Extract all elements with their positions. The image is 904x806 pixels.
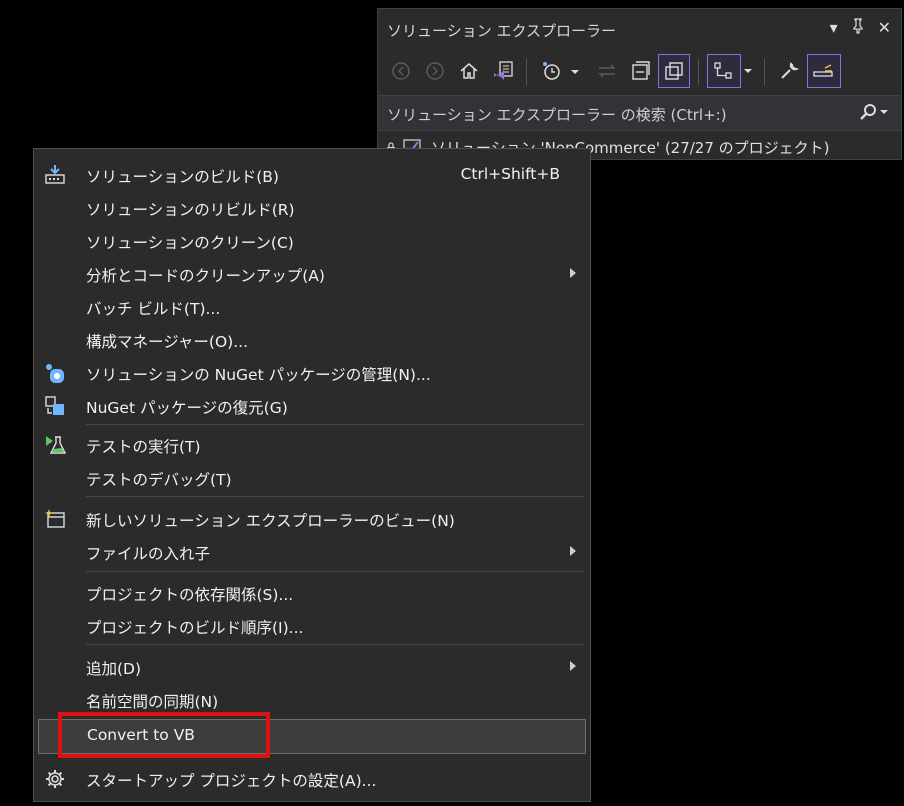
restore-packages-icon [44, 395, 66, 417]
menu-item-label: テストの実行(T) [86, 438, 201, 456]
search-icon[interactable] [859, 103, 889, 125]
menu-item-label: プロジェクトのビルド順序(I)... [86, 619, 304, 637]
new-view-icon [44, 508, 66, 530]
menu-item-label: NuGet パッケージの復元(G) [86, 399, 288, 417]
menu-item-rebuild-solution[interactable]: ソリューションのリビルド(R) [34, 191, 590, 224]
menu-item-label: プロジェクトの依存関係(S)... [86, 586, 294, 604]
pending-changes-filter-icon[interactable] [538, 55, 582, 87]
solution-explorer-panel: ソリューション エクスプローラー ▾ ✕ ソリューション エクスプローラー の検… [377, 8, 902, 160]
nuget-icon [44, 362, 66, 384]
menu-item-restore-nuget[interactable]: NuGet パッケージの復元(G) [34, 389, 590, 422]
preview-icon[interactable] [807, 54, 841, 88]
pin-icon[interactable] [852, 18, 864, 38]
menu-item-label: ソリューションのリビルド(R) [86, 201, 295, 219]
build-icon [44, 164, 66, 186]
menu-item-project-build-order[interactable]: プロジェクトのビルド順序(I)... [34, 609, 590, 642]
panel-title: ソリューション エクスプローラー [387, 22, 617, 40]
back-icon[interactable] [386, 55, 416, 87]
menu-item-shortcut: Ctrl+Shift+B [460, 165, 560, 183]
collapse-all-icon[interactable] [626, 55, 656, 87]
menu-separator [86, 644, 584, 645]
highlight-annotation-box [58, 712, 270, 758]
run-tests-icon [44, 434, 67, 456]
menu-item-clean-solution[interactable]: ソリューションのクリーン(C) [34, 224, 590, 257]
submenu-arrow-icon [570, 546, 576, 556]
search-box[interactable]: ソリューション エクスプローラー の検索 (Ctrl+:) [378, 95, 901, 131]
menu-item-set-startup-projects[interactable]: スタートアップ プロジェクトの設定(A)... [34, 762, 590, 795]
menu-item-manage-nuget[interactable]: ソリューションの NuGet パッケージの管理(N)... [34, 356, 590, 389]
close-icon[interactable]: ✕ [878, 18, 891, 38]
submenu-arrow-icon [570, 661, 576, 671]
menu-item-label: 追加(D) [86, 660, 142, 678]
switch-view-icon[interactable] [707, 54, 741, 88]
menu-item-label: テストのデバッグ(T) [86, 471, 232, 489]
menu-item-batch-build[interactable]: バッチ ビルド(T)... [34, 290, 590, 323]
menu-item-configuration-manager[interactable]: 構成マネージャー(O)... [34, 323, 590, 356]
menu-item-label: スタートアップ プロジェクトの設定(A)... [86, 772, 377, 790]
menu-item-run-tests[interactable]: テストの実行(T) [34, 428, 590, 461]
solution-explorer-title-bar: ソリューション エクスプローラー ▾ ✕ [378, 9, 901, 51]
menu-separator [86, 424, 584, 425]
menu-separator [86, 571, 584, 572]
menu-item-file-nesting[interactable]: ファイルの入れ子 [34, 535, 590, 568]
dropdown-icon[interactable]: ▾ [830, 18, 838, 38]
chevron-down-icon[interactable] [740, 55, 756, 87]
show-all-files-icon[interactable] [658, 54, 690, 88]
forward-icon[interactable] [420, 55, 450, 87]
menu-item-debug-tests[interactable]: テストのデバッグ(T) [34, 461, 590, 494]
menu-item-new-explorer-view[interactable]: 新しいソリューション エクスプローラーのビュー(N) [34, 502, 590, 535]
menu-item-label: ソリューションのクリーン(C) [86, 234, 294, 252]
menu-item-label: ソリューションの NuGet パッケージの管理(N)... [86, 366, 431, 384]
solution-explorer-toolbar [378, 54, 901, 91]
vs-switch-views-icon[interactable] [488, 55, 518, 87]
home-icon[interactable] [454, 55, 484, 87]
menu-item-analyze-cleanup[interactable]: 分析とコードのクリーンアップ(A) [34, 257, 590, 290]
menu-item-label: 分析とコードのクリーンアップ(A) [86, 267, 325, 285]
context-menu: ソリューションのビルド(B) Ctrl+Shift+B ソリューションのリビルド… [33, 148, 591, 802]
submenu-arrow-icon [570, 268, 576, 278]
sync-icon[interactable] [592, 55, 622, 87]
search-placeholder: ソリューション エクスプローラー の検索 (Ctrl+:) [387, 106, 727, 124]
menu-item-label: ファイルの入れ子 [86, 545, 211, 563]
menu-item-label: バッチ ビルド(T)... [86, 300, 221, 318]
menu-item-build-solution[interactable]: ソリューションのビルド(B) Ctrl+Shift+B [34, 158, 590, 191]
menu-item-label: 構成マネージャー(O)... [86, 333, 248, 351]
menu-item-add[interactable]: 追加(D) [34, 650, 590, 683]
menu-item-label: 新しいソリューション エクスプローラーのビュー(N) [86, 512, 455, 530]
gear-icon [44, 768, 66, 790]
properties-icon[interactable] [774, 55, 804, 87]
menu-item-label: ソリューションのビルド(B) [86, 168, 279, 186]
menu-item-label: 名前空間の同期(N) [86, 693, 219, 711]
menu-separator [86, 496, 584, 497]
menu-item-project-dependencies[interactable]: プロジェクトの依存関係(S)... [34, 576, 590, 609]
